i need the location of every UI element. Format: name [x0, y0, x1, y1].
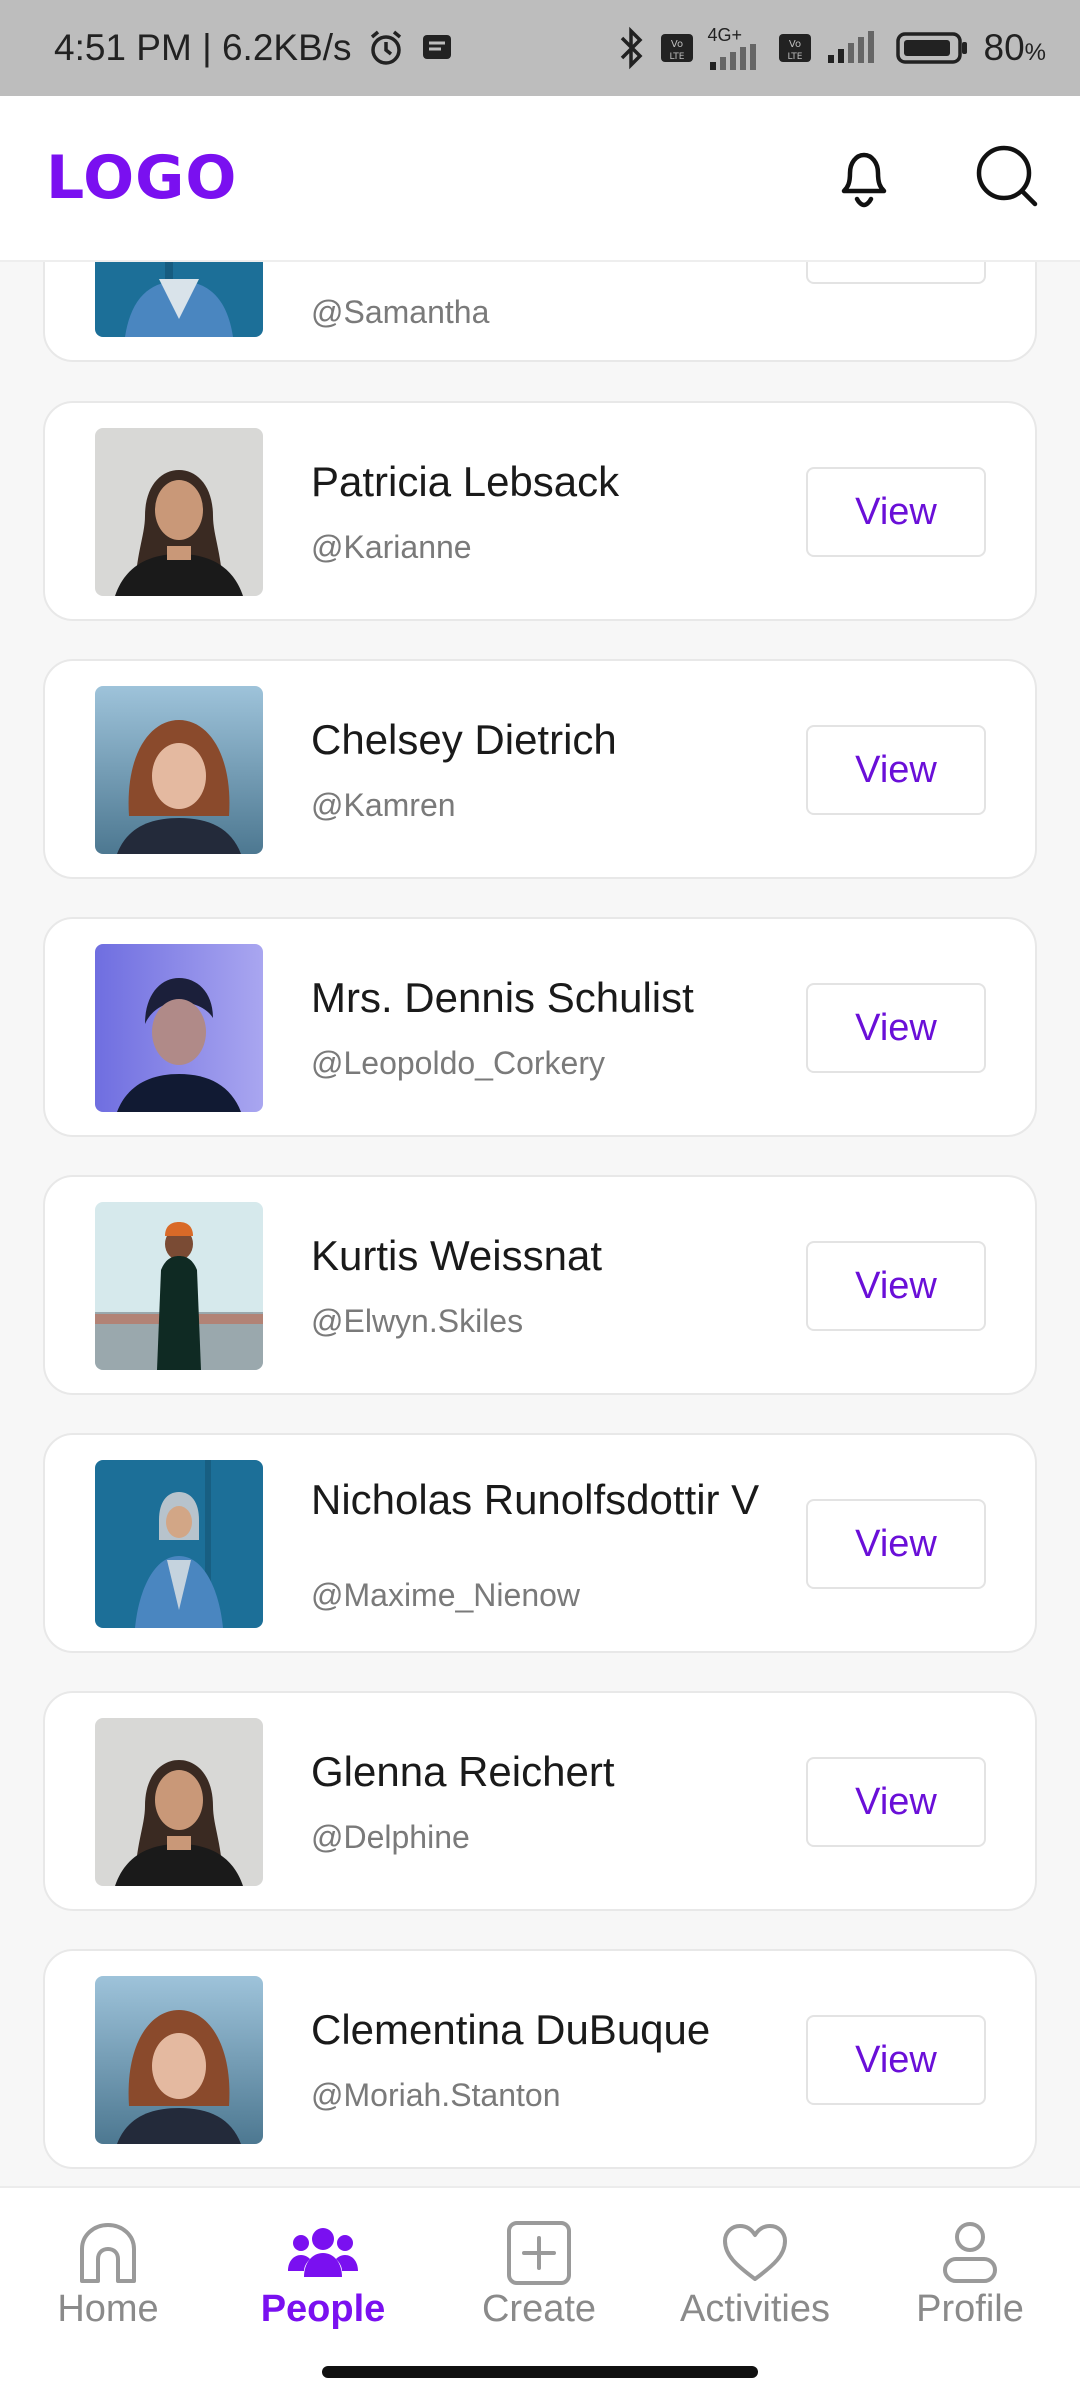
- avatar: [95, 944, 263, 1112]
- user-icon: [942, 2218, 998, 2288]
- view-button[interactable]: View: [806, 1499, 986, 1589]
- person-name: Patricia Lebsack: [311, 458, 620, 505]
- people-list[interactable]: @Samantha Patricia Lebsack @Karianne Vie…: [0, 262, 1080, 2186]
- person-card[interactable]: Mrs. Dennis Schulist @Leopoldo_Corkery V…: [43, 917, 1037, 1137]
- app-header: LOGO: [0, 96, 1080, 262]
- svg-text:Vo: Vo: [788, 39, 800, 50]
- home-icon: [76, 2218, 140, 2288]
- nav-people[interactable]: People: [233, 2218, 413, 2331]
- avatar: [95, 1460, 263, 1628]
- logo[interactable]: LOGO: [46, 143, 237, 213]
- signal-icon: 4G+: [708, 26, 764, 70]
- person-name: Clementina DuBuque: [311, 2006, 711, 2053]
- person-card[interactable]: Glenna Reichert @Delphine View: [43, 1691, 1037, 1911]
- home-indicator: [322, 2366, 758, 2378]
- person-card[interactable]: Kurtis Weissnat @Elwyn.Skiles View: [43, 1175, 1037, 1395]
- person-name: Nicholas Runolfsdottir V: [311, 1476, 760, 1523]
- nav-label: Home: [57, 2288, 159, 2330]
- alarm-icon: [366, 28, 406, 68]
- avatar: [95, 1202, 263, 1370]
- nav-activities[interactable]: Activities: [665, 2218, 845, 2331]
- status-bar: 4:51 PM | 6.2KB/s Vo LTE 4G+ Vo LTE 80%: [0, 0, 1080, 96]
- bluetooth-icon: [616, 26, 646, 70]
- nav-profile[interactable]: Profile: [880, 2218, 1060, 2331]
- view-button[interactable]: View: [806, 1241, 986, 1331]
- person-handle: @Kamren: [311, 787, 456, 823]
- person-card[interactable]: @Samantha: [43, 262, 1037, 362]
- battery-icon: [895, 30, 970, 66]
- person-card[interactable]: Nicholas Runolfsdottir V @Maxime_Nienow …: [43, 1433, 1037, 1653]
- person-handle: @Leopoldo_Corkery: [311, 1045, 605, 1081]
- status-time-speed: 4:51 PM | 6.2KB/s: [54, 27, 352, 68]
- bell-icon[interactable]: [832, 141, 896, 216]
- person-handle: @Elwyn.Skiles: [311, 1303, 524, 1339]
- nav-label: Profile: [916, 2288, 1024, 2330]
- search-icon[interactable]: [974, 143, 1040, 214]
- avatar: [95, 1718, 263, 1886]
- person-name: Chelsey Dietrich: [311, 716, 617, 763]
- person-handle: @Samantha: [311, 294, 490, 330]
- view-button[interactable]: [806, 262, 986, 284]
- person-name: Mrs. Dennis Schulist: [311, 974, 694, 1021]
- nav-label: People: [260, 2288, 386, 2330]
- person-name: Glenna Reichert: [311, 1748, 615, 1795]
- view-button[interactable]: View: [806, 467, 986, 557]
- view-button[interactable]: View: [806, 1757, 986, 1847]
- svg-text:Vo: Vo: [670, 39, 682, 50]
- avatar: [95, 1976, 263, 2144]
- person-card[interactable]: Clementina DuBuque @Moriah.Stanton View: [43, 1949, 1037, 2169]
- svg-text:LTE: LTE: [787, 52, 802, 62]
- nav-label: Activities: [680, 2288, 830, 2330]
- view-button[interactable]: View: [806, 2015, 986, 2105]
- person-handle: @Maxime_Nienow: [311, 1577, 581, 1613]
- nav-create[interactable]: Create: [449, 2218, 629, 2331]
- volte-icon: Vo LTE: [660, 31, 694, 65]
- person-handle: @Moriah.Stanton: [311, 2077, 561, 2113]
- svg-text:LTE: LTE: [669, 52, 684, 62]
- nav-label: Create: [481, 2288, 597, 2330]
- person-card[interactable]: Patricia Lebsack @Karianne View: [43, 401, 1037, 621]
- view-button[interactable]: View: [806, 725, 986, 815]
- message-icon: [420, 31, 454, 65]
- person-handle: @Delphine: [311, 1819, 470, 1855]
- plus-square-icon: [506, 2218, 572, 2288]
- signal-icon: [826, 31, 882, 65]
- people-icon: [288, 2218, 358, 2288]
- heart-icon: [722, 2218, 788, 2288]
- person-name: Kurtis Weissnat: [311, 1232, 602, 1279]
- avatar: [95, 262, 263, 337]
- person-card[interactable]: Chelsey Dietrich @Kamren View: [43, 659, 1037, 879]
- person-handle: @Karianne: [311, 529, 472, 565]
- avatar: [95, 686, 263, 854]
- avatar: [95, 428, 263, 596]
- network-type: 4G+: [707, 25, 743, 45]
- volte-icon: Vo LTE: [778, 31, 812, 65]
- view-button[interactable]: View: [806, 983, 986, 1073]
- nav-home[interactable]: Home: [18, 2218, 198, 2331]
- battery-level: 80%: [983, 27, 1047, 68]
